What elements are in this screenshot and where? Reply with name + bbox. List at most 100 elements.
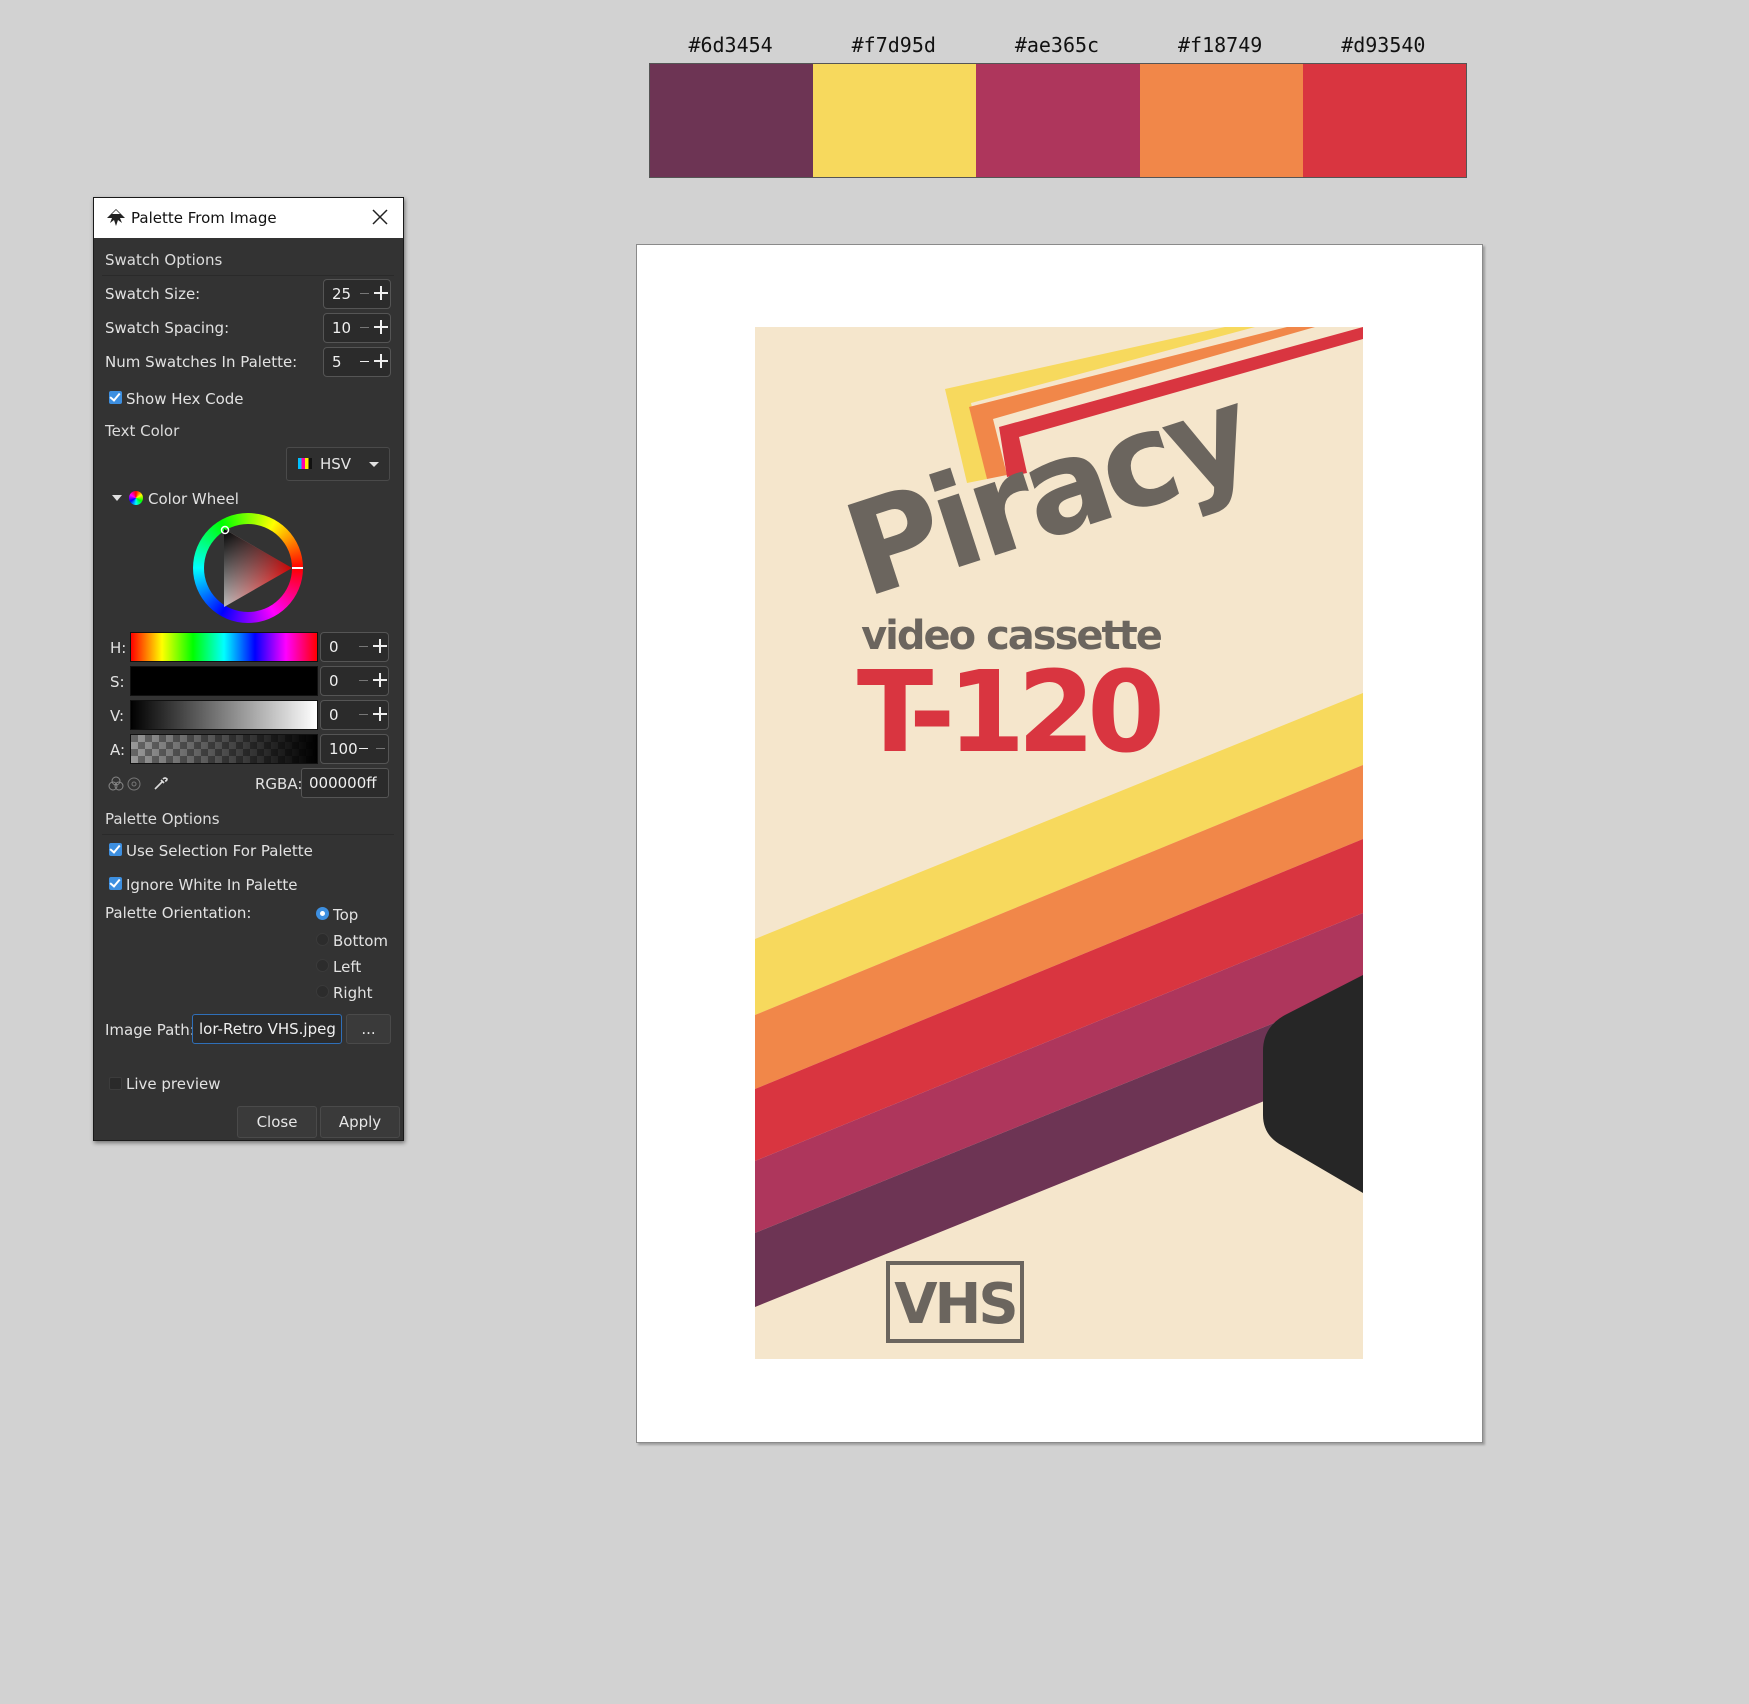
use-selection-checkbox[interactable] [109,843,122,856]
live-preview-label[interactable]: Live preview [126,1075,221,1093]
text-color-heading: Text Color [105,422,180,440]
swatch-size-spinner[interactable]: 25 [323,279,391,309]
orientation-left-label[interactable]: Left [333,958,361,976]
s-spinner[interactable]: 0 [320,666,389,696]
swatch-size-value[interactable]: 25 [332,285,351,303]
close-button[interactable]: Close [237,1106,317,1138]
v-spinner[interactable]: 0 [320,700,389,730]
close-icon[interactable] [371,208,389,226]
color-wheel[interactable] [193,513,303,623]
minus-icon[interactable] [360,293,369,294]
minus-icon[interactable] [360,361,369,362]
swatch-5[interactable] [1302,64,1467,177]
plus-icon[interactable] [373,673,387,687]
generated-palette: #6d3454 #f7d95d #ae365c #f18749 #d93540 [649,28,1467,178]
hex-label-4: #f18749 [1178,33,1263,57]
plus-icon[interactable] [374,320,388,334]
swatch-size-label: Swatch Size: [105,285,201,303]
show-hex-label[interactable]: Show Hex Code [126,390,244,408]
v-value[interactable]: 0 [329,706,339,724]
swatch-spacing-value[interactable]: 10 [332,319,351,337]
swatch-options-heading: Swatch Options [105,251,223,269]
model-t120: T-120 [857,648,1160,778]
image-path-label: Image Path: [105,1021,195,1039]
plus-icon[interactable] [374,354,388,368]
s-label: S: [110,673,125,691]
h-slider[interactable] [130,632,318,662]
orientation-top-radio[interactable] [316,907,329,920]
hex-label-3: #ae365c [1014,33,1100,57]
hex-code-row: #6d3454 #f7d95d #ae365c #f18749 #d93540 [649,28,1467,62]
use-selection-label[interactable]: Use Selection For Palette [126,842,313,860]
browse-button[interactable]: ... [346,1014,391,1044]
vhs-cover-artwork[interactable]: Piracy video cassette T-120 VHS [755,327,1363,1359]
swatch-2[interactable] [813,64,977,177]
orientation-right-radio[interactable] [316,985,329,998]
orientation-left-radio[interactable] [316,959,329,972]
swatch-spacing-spinner[interactable]: 10 [323,313,391,343]
a-label: A: [110,741,126,759]
ignore-white-checkbox[interactable] [109,877,122,890]
rgba-input[interactable]: 000000ff [301,768,389,798]
minus-icon[interactable] [359,748,368,749]
color-mode-dropdown[interactable]: HSV [286,447,390,481]
swatch-strip [649,63,1467,178]
hex-label-2: #f7d95d [851,33,936,57]
swatch-1[interactable] [650,64,814,177]
color-mode-icon [298,458,312,469]
color-wheel-label[interactable]: Color Wheel [148,490,239,508]
hex-label-5: #d93540 [1341,33,1426,57]
minus-icon[interactable] [359,714,368,715]
a-value[interactable]: 100 [329,740,358,758]
color-managed-icon[interactable] [108,776,124,792]
v-label: V: [110,707,125,725]
out-of-gamut-icon[interactable] [126,776,142,792]
rgba-label: RGBA: [255,775,303,793]
swatch-3[interactable] [976,64,1140,177]
minus-icon[interactable] [360,327,369,328]
v-slider[interactable] [130,700,318,730]
color-wheel-icon [129,491,143,505]
document-page: Piracy video cassette T-120 VHS [636,244,1483,1443]
divider [102,834,394,835]
color-mode-value: HSV [320,455,352,473]
h-value[interactable]: 0 [329,638,339,656]
eyedropper-icon[interactable] [152,776,168,792]
h-spinner[interactable]: 0 [320,632,389,662]
orientation-right-label[interactable]: Right [333,984,373,1002]
num-swatches-spinner[interactable]: 5 [323,347,391,377]
a-spinner[interactable]: 100 [320,734,389,764]
image-path-input[interactable]: lor-Retro VHS.jpeg [192,1014,342,1044]
plus-icon[interactable] [373,639,387,653]
apply-button[interactable]: Apply [320,1106,400,1138]
num-swatches-value[interactable]: 5 [332,353,342,371]
show-hex-checkbox[interactable] [109,391,122,404]
a-slider[interactable] [130,734,318,764]
minus-icon[interactable] [359,680,368,681]
orientation-top-label[interactable]: Top [333,906,358,924]
s-value[interactable]: 0 [329,672,339,690]
dialog-title: Palette From Image [131,209,277,227]
swatch-spacing-label: Swatch Spacing: [105,319,230,337]
orientation-bottom-radio[interactable] [316,933,329,946]
color-triangle[interactable] [193,513,303,623]
plus-icon[interactable] [373,707,387,721]
dialog-titlebar[interactable]: Palette From Image [94,198,403,238]
plus-icon[interactable] [374,286,388,300]
expander-arrow-icon[interactable] [112,495,122,501]
image-path-value[interactable]: lor-Retro VHS.jpeg [199,1020,336,1038]
orientation-bottom-label[interactable]: Bottom [333,932,388,950]
s-slider[interactable] [130,666,318,696]
num-swatches-label: Num Swatches In Palette: [105,353,298,371]
live-preview-checkbox[interactable] [109,1077,122,1090]
plus-icon-disabled [376,748,385,749]
palette-options-heading: Palette Options [105,810,220,828]
ignore-white-label[interactable]: Ignore White In Palette [126,876,298,894]
swatch-4[interactable] [1139,64,1303,177]
divider [102,275,394,276]
orientation-label: Palette Orientation: [105,904,252,922]
inkscape-icon [107,209,125,226]
minus-icon[interactable] [359,646,368,647]
h-label: H: [110,639,127,657]
rgba-value[interactable]: 000000ff [309,774,377,792]
